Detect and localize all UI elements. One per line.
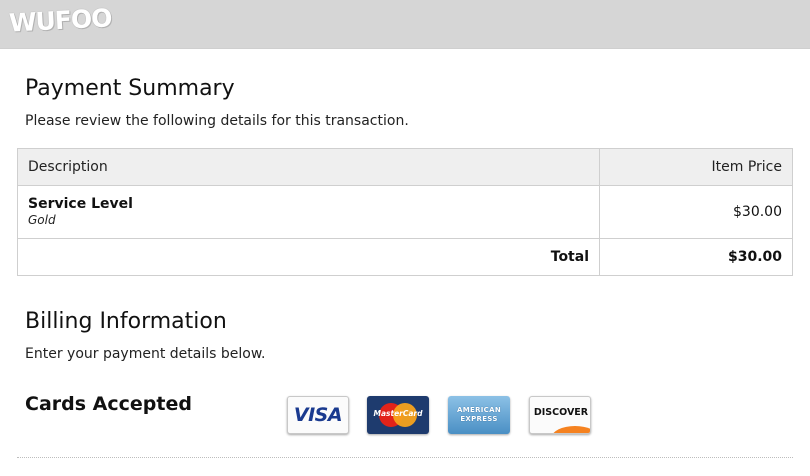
description-column-header: Description [17,148,600,186]
table-header-row: Description Item Price [17,148,793,186]
item-price: $30.00 [599,185,793,239]
discover-card-label: DISCOVER [533,407,589,418]
amex-card-label: AMERICAN EXPRESS [457,406,501,423]
total-row: Total $30.00 [17,238,793,276]
billing-information-title: Billing Information [25,309,227,334]
discover-logo: DISCOVER [530,397,590,433]
item-description-cell: Service Level Gold [17,185,600,239]
wufoo-logo[interactable]: WUFOO [8,3,112,38]
item-name: Service Level [28,196,133,212]
total-value: $30.00 [599,238,793,276]
mastercard-card-icon: MasterCard [367,396,429,434]
mastercard-card-label: MasterCard [373,409,423,418]
billing-information-description: Enter your payment details below. [25,346,266,362]
header-bar: WUFOO [0,0,810,49]
payment-summary-description: Please review the following details for … [25,113,409,129]
mastercard-logo: MasterCard [373,401,423,429]
section-divider [17,457,793,458]
visa-card-icon: VISA [287,396,349,434]
payment-summary-title: Payment Summary [25,76,235,101]
discover-swoosh [552,426,590,433]
total-label: Total [17,238,600,276]
cards-accepted-label: Cards Accepted [25,393,192,415]
visa-card-label: VISA [293,404,343,426]
table-row: Service Level Gold $30.00 [17,185,793,239]
discover-card-icon: DISCOVER [529,396,591,434]
item-price-column-header: Item Price [599,148,793,186]
item-option: Gold [28,213,56,227]
amex-card-icon: AMERICAN EXPRESS [448,396,510,434]
payment-summary-table: Description Item Price Service Level Gol… [17,148,793,276]
